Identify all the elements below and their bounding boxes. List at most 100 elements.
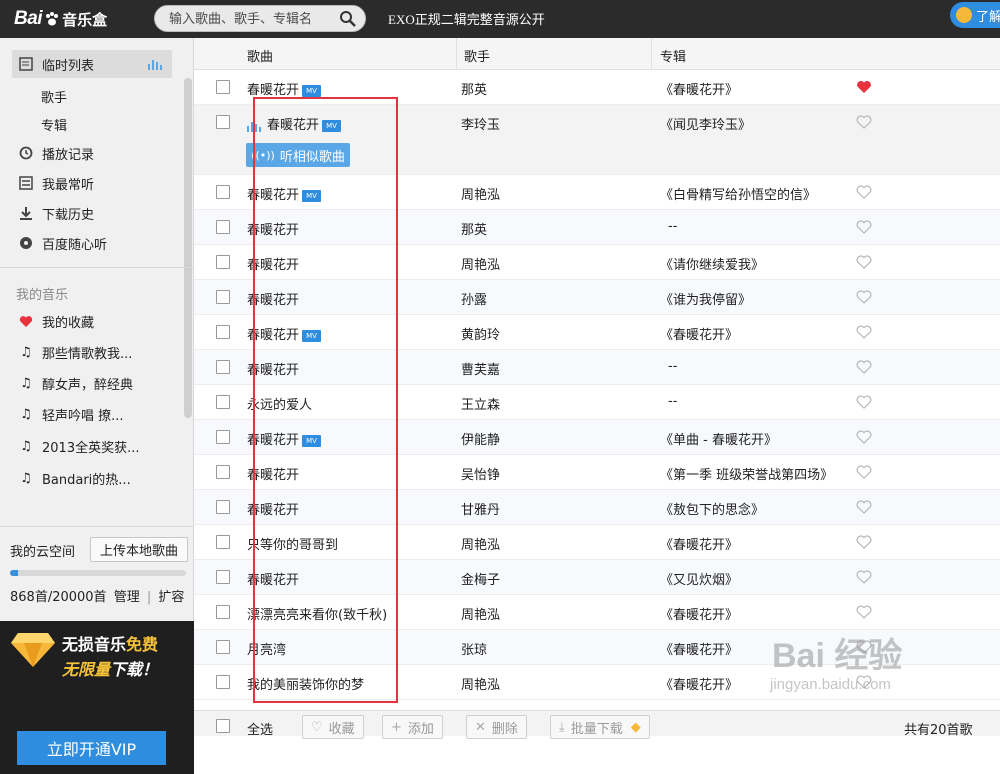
song-title[interactable]: 春暖花开 MV	[247, 114, 342, 133]
artist-name[interactable]: 曹芙嘉	[461, 359, 500, 378]
song-title[interactable]: 我的美丽装饰你的梦	[247, 674, 364, 693]
album-name[interactable]: 《春暖花开》	[660, 534, 738, 553]
sidebar-item-radio[interactable]: 百度随心听	[12, 229, 172, 257]
song-title[interactable]: 月亮湾	[247, 639, 286, 658]
row-checkbox[interactable]	[216, 80, 230, 94]
album-name[interactable]: 《春暖花开》	[660, 639, 738, 658]
column-header-song[interactable]: 歌曲	[247, 46, 273, 65]
row-checkbox[interactable]	[216, 115, 230, 129]
album-name[interactable]: 《春暖花开》	[660, 324, 738, 343]
row-checkbox[interactable]	[216, 430, 230, 444]
song-title[interactable]: 春暖花开 MV	[247, 184, 322, 203]
artist-name[interactable]: 周艳泓	[461, 674, 500, 693]
album-name[interactable]: 《又见炊烟》	[660, 569, 738, 588]
artist-name[interactable]: 周艳泓	[461, 254, 500, 273]
album-name[interactable]: 《春暖花开》	[660, 674, 738, 693]
delete-button[interactable]: ✕ 删除	[466, 715, 527, 739]
song-title[interactable]: 春暖花开	[247, 289, 299, 308]
album-name[interactable]: 《闻见李玲玉》	[660, 114, 751, 133]
album-name[interactable]: 《白骨精写给孙悟空的信》	[660, 184, 816, 203]
row-checkbox[interactable]	[216, 255, 230, 269]
song-title[interactable]: 永远的爱人	[247, 394, 312, 413]
sidebar-scrollbar[interactable]	[184, 78, 192, 418]
heart-outline-icon[interactable]	[856, 325, 872, 339]
row-checkbox[interactable]	[216, 605, 230, 619]
sidebar-sub-singer[interactable]: 歌手	[41, 87, 67, 106]
sidebar-item-history[interactable]: 播放记录	[12, 139, 172, 167]
select-all-label[interactable]: 全选	[247, 719, 273, 738]
album-name[interactable]: 《谁为我停留》	[660, 289, 751, 308]
album-name[interactable]: 《第一季 班级荣誉战第四场》	[660, 464, 833, 483]
song-title[interactable]: 春暖花开	[247, 254, 299, 273]
heart-outline-icon[interactable]	[856, 605, 872, 619]
album-name[interactable]: 《春暖花开》	[660, 604, 738, 623]
search-icon[interactable]	[339, 10, 357, 28]
table-row[interactable]: 春暖花开 周艳泓 《请你继续爱我》	[194, 245, 1000, 280]
manage-link[interactable]: 管理	[114, 590, 140, 605]
table-row[interactable]: 春暖花开 甘雅丹 《敖包下的思念》	[194, 490, 1000, 525]
table-row[interactable]: 春暖花开 孙露 《谁为我停留》	[194, 280, 1000, 315]
heart-filled-icon[interactable]	[856, 80, 872, 94]
album-name[interactable]: 《单曲 - 春暖花开》	[660, 429, 777, 448]
table-row[interactable]: 春暖花开 MV 黄韵玲 《春暖花开》	[194, 315, 1000, 350]
artist-name[interactable]: 甘雅丹	[461, 499, 500, 518]
table-row[interactable]: 春暖花开 金梅子 《又见炊烟》	[194, 560, 1000, 595]
song-title[interactable]: 春暖花开	[247, 499, 299, 518]
heart-outline-icon[interactable]	[856, 290, 872, 304]
mv-icon[interactable]: MV	[302, 329, 322, 342]
sidebar-sub-album[interactable]: 专辑	[41, 115, 67, 134]
row-checkbox[interactable]	[216, 640, 230, 654]
row-checkbox[interactable]	[216, 360, 230, 374]
row-checkbox[interactable]	[216, 185, 230, 199]
news-ticker-link[interactable]: EXO正规二辑完整音源公开	[388, 9, 545, 28]
row-checkbox[interactable]	[216, 395, 230, 409]
artist-name[interactable]: 周艳泓	[461, 604, 500, 623]
song-title[interactable]: 只等你的哥哥到	[247, 534, 338, 553]
heart-outline-icon[interactable]	[856, 675, 872, 689]
album-name[interactable]: 《敖包下的思念》	[660, 499, 764, 518]
mv-icon[interactable]: MV	[322, 119, 342, 132]
table-row[interactable]: 永远的爱人 王立森 --	[194, 385, 1000, 420]
heart-outline-icon[interactable]	[856, 185, 872, 199]
sidebar-playlist-item[interactable]: ♫ 轻声吟唱 撩...	[12, 400, 172, 428]
mv-icon[interactable]: MV	[302, 189, 322, 202]
song-title[interactable]: 春暖花开 MV	[247, 79, 322, 98]
row-checkbox[interactable]	[216, 500, 230, 514]
album-name[interactable]: --	[668, 219, 677, 234]
column-header-album[interactable]: 专辑	[660, 46, 686, 65]
table-row[interactable]: 春暖花开 那英 --	[194, 210, 1000, 245]
batch-download-button[interactable]: ⤓ 批量下载 ◆	[550, 715, 650, 739]
song-title[interactable]: 春暖花开	[247, 569, 299, 588]
heart-outline-icon[interactable]	[856, 465, 872, 479]
sidebar-item-frequent[interactable]: 我最常听	[12, 169, 172, 197]
artist-name[interactable]: 吴怡铮	[461, 464, 500, 483]
album-name[interactable]: 《请你继续爱我》	[660, 254, 764, 273]
table-row[interactable]: 春暖花开 MV 那英 《春暖花开》	[194, 70, 1000, 105]
artist-name[interactable]: 金梅子	[461, 569, 500, 588]
artist-name[interactable]: 孙露	[461, 289, 487, 308]
upload-local-button[interactable]: 上传本地歌曲	[90, 537, 188, 562]
vip-info-button[interactable]: 了解	[950, 2, 1000, 28]
row-checkbox[interactable]	[216, 570, 230, 584]
heart-outline-icon[interactable]	[856, 535, 872, 549]
artist-name[interactable]: 周艳泓	[461, 534, 500, 553]
artist-name[interactable]: 伊能静	[461, 429, 500, 448]
mv-icon[interactable]: MV	[302, 434, 322, 447]
table-row[interactable]: 春暖花开 曹芙嘉 --	[194, 350, 1000, 385]
heart-outline-icon[interactable]	[856, 255, 872, 269]
heart-outline-icon[interactable]	[856, 220, 872, 234]
open-vip-button[interactable]: 立即开通VIP	[17, 731, 166, 765]
sidebar-playlist-item[interactable]: ♫ 2013全英奖获...	[12, 432, 172, 460]
song-title[interactable]: 春暖花开 MV	[247, 429, 322, 448]
row-checkbox[interactable]	[216, 465, 230, 479]
add-button[interactable]: + 添加	[382, 715, 443, 739]
column-header-artist[interactable]: 歌手	[464, 46, 490, 65]
song-title[interactable]: 春暖花开	[247, 219, 299, 238]
heart-outline-icon[interactable]	[856, 360, 872, 374]
expand-link[interactable]: 扩容	[158, 590, 184, 605]
similar-songs-button[interactable]: ((•)) 听相似歌曲	[246, 143, 350, 167]
song-title[interactable]: 漂漂亮亮来看你(致千秋)	[247, 604, 387, 623]
table-row[interactable]: 春暖花开 MV 周艳泓 《白骨精写给孙悟空的信》	[194, 175, 1000, 210]
select-all-checkbox[interactable]	[216, 719, 230, 733]
heart-outline-icon[interactable]	[856, 570, 872, 584]
